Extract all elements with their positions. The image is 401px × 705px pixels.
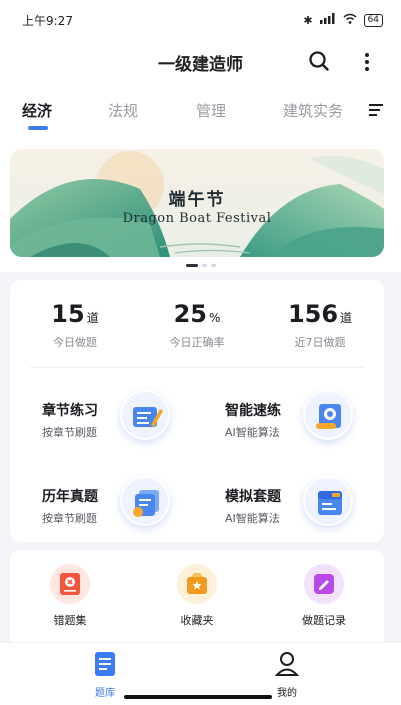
stat-label: 今日做题	[53, 336, 97, 349]
feature-subtitle: 按章节刷题	[42, 426, 97, 439]
favorites-icon	[177, 564, 217, 604]
records-icon	[304, 564, 344, 604]
stat-unit: %	[209, 311, 221, 325]
tool-label: 收藏夹	[180, 614, 214, 627]
cellular-signal-icon	[319, 13, 336, 27]
stat-value: 25	[173, 300, 207, 328]
banner-title: 端午节	[168, 190, 226, 210]
mock-exams-button[interactable]: 模拟套题 AI智能算法	[225, 476, 395, 536]
active-tab-indicator	[28, 126, 48, 130]
carousel-dot[interactable]	[210, 264, 216, 267]
wrong-questions-icon	[50, 564, 90, 604]
chapter-practice-button[interactable]: 章节练习 按章节刷题	[42, 390, 212, 450]
search-icon[interactable]	[308, 50, 330, 76]
app-bar: 一级建造师	[0, 40, 401, 84]
wifi-icon	[343, 13, 357, 27]
tab-economics[interactable]: 经济	[22, 100, 52, 121]
profile-icon	[274, 652, 300, 681]
stat-today-questions: 15 道 今日做题	[20, 300, 130, 350]
feature-subtitle: AI智能算法	[225, 512, 280, 525]
divider	[30, 367, 364, 368]
status-time: 上午9:27	[22, 13, 73, 28]
tab-management[interactable]: 管理	[196, 100, 226, 121]
stat-week-questions: 156 道 近7日做题	[265, 300, 375, 350]
feature-title: 章节练习	[42, 403, 98, 419]
past-exams-icon	[120, 476, 170, 526]
feature-title: 历年真题	[42, 489, 98, 505]
carousel-dots	[0, 264, 401, 267]
home-indicator[interactable]	[124, 695, 272, 699]
tab-regulations[interactable]: 法规	[108, 100, 138, 121]
more-options-icon[interactable]	[364, 52, 370, 76]
mock-exams-icon	[303, 476, 353, 526]
feature-title: 智能速练	[225, 403, 281, 419]
nav-profile[interactable]: 我的	[257, 651, 317, 699]
question-bank-icon	[93, 652, 117, 681]
page-title: 一级建造师	[158, 55, 243, 75]
stat-unit: 道	[340, 311, 353, 325]
stat-value: 15	[51, 300, 85, 328]
status-icons: ✱ 64	[303, 13, 383, 27]
stat-label: 今日正确率	[169, 336, 225, 349]
smart-practice-button[interactable]: 智能速练 AI智能算法	[225, 390, 395, 450]
carousel-dot[interactable]	[185, 264, 198, 267]
records-button[interactable]: 做题记录	[284, 564, 364, 628]
stats-card: 15 道 今日做题 25% 今日正确率 156 道 近7日做题 章节练习 按章节刷题…	[10, 280, 384, 542]
status-bar: 上午9:27 ✱ 64	[0, 0, 401, 40]
stat-label: 近7日做题	[294, 336, 346, 349]
tabs-menu-icon[interactable]	[369, 102, 383, 121]
stat-unit: 道	[86, 311, 99, 325]
nav-question-bank[interactable]: 题库	[75, 651, 135, 699]
feature-title: 模拟套题	[225, 489, 281, 505]
feature-subtitle: 按章节刷题	[42, 512, 97, 525]
past-exams-button[interactable]: 历年真题 按章节刷题	[42, 476, 212, 536]
chapter-practice-icon	[120, 390, 170, 440]
wrong-questions-button[interactable]: 错题集	[30, 564, 110, 628]
banner-subtitle: Dragon Boat Festival	[122, 211, 272, 226]
tools-card: 错题集 收藏夹 做题记录	[10, 550, 384, 642]
tool-label: 错题集	[53, 614, 87, 627]
bluetooth-icon: ✱	[303, 13, 313, 27]
tool-label: 做题记录	[302, 614, 346, 627]
favorites-button[interactable]: 收藏夹	[157, 564, 237, 628]
feature-subtitle: AI智能算法	[225, 426, 280, 439]
smart-practice-icon	[303, 390, 353, 440]
carousel-dot[interactable]	[201, 264, 207, 267]
subject-tabs: 经济 法规 管理 建筑实务	[0, 84, 401, 136]
stat-value: 156	[287, 300, 339, 328]
promo-banner[interactable]: 端午节 Dragon Boat Festival	[10, 149, 384, 257]
banner-section: 端午节 Dragon Boat Festival	[0, 136, 401, 272]
stat-today-accuracy: 25% 今日正确率	[142, 300, 252, 350]
tab-construction-practice[interactable]: 建筑实务	[283, 100, 343, 121]
battery-icon: 64	[363, 13, 383, 27]
